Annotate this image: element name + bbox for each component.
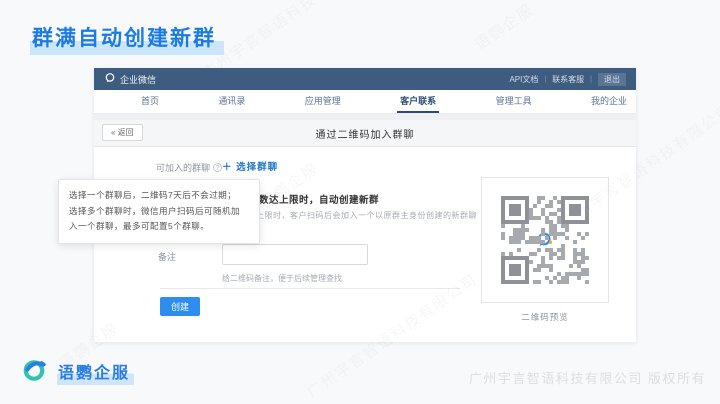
nav-item-home[interactable]: 首页 (138, 90, 162, 113)
qr-preview-box (481, 177, 609, 303)
contact-support-link[interactable]: 联系客服 (552, 74, 584, 85)
select-group-link[interactable]: ＋ 选择群聊 (222, 159, 278, 173)
wecom-bubble-icon (104, 72, 116, 86)
info-icon[interactable]: ? (213, 163, 222, 172)
parrot-logo-icon (22, 356, 49, 388)
wecom-brand-label: 企业微信 (120, 73, 156, 86)
topbar-links: API文档 | 联系客服 | 退出 (509, 73, 626, 86)
auto-create-label: 群人数达上限时，自动创建新群 (239, 192, 379, 206)
joinable-groups-label: 可加入的群聊 ? (156, 161, 222, 174)
tooltip-line: 选择多个群聊时，微信用户扫码后可随机加 (69, 204, 249, 220)
back-button[interactable]: « 返回 (102, 124, 143, 141)
footer-logo: 语鹦企服 (22, 356, 134, 388)
wecom-brand: 企业微信 (104, 72, 156, 86)
api-docs-link[interactable]: API文档 (509, 74, 538, 85)
qr-finder-icon (501, 256, 529, 284)
panel-header: « 返回 通过二维码加入群聊 (94, 120, 636, 147)
divider: | (590, 76, 592, 83)
panel-body: 可加入的群聊 ? ＋ 选择群聊 群人数达上限时，自动创建新群 群人数达上限时，客… (94, 147, 636, 342)
divider: | (544, 76, 546, 83)
nav-item-customers[interactable]: 客户联系 (397, 90, 439, 113)
panel-title: 通过二维码加入群聊 (316, 126, 415, 141)
footer-brand-name: 语鹦企服 (57, 359, 134, 385)
page-title: 群满自动创建新群 (30, 22, 224, 55)
qr-finder-icon (561, 196, 589, 224)
qr-code (501, 196, 589, 284)
create-button[interactable]: 创建 (160, 297, 200, 316)
nav-item-tools[interactable]: 管理工具 (493, 90, 535, 113)
divider (160, 288, 460, 289)
qr-finder-icon (501, 196, 529, 224)
remark-hint: 给二维码备注，便于后续管理查找 (222, 273, 342, 284)
tooltip-line: 入一个群聊，最多可配置5个群聊。 (69, 219, 249, 235)
tooltip-line: 选择一个群聊后，二维码7天后不会过期； (69, 188, 249, 204)
wecom-topbar: 企业微信 API文档 | 联系客服 | 退出 (94, 68, 636, 90)
remark-input[interactable] (222, 244, 368, 265)
remark-label: 备注 (158, 250, 176, 263)
nav-item-contacts[interactable]: 通讯录 (215, 90, 248, 113)
qr-caption: 二维码预览 (481, 311, 609, 323)
group-select-tooltip: 选择一个群聊后，二维码7天后不会过期； 选择多个群聊时，微信用户扫码后可随机加 … (58, 179, 260, 244)
nav-item-apps[interactable]: 应用管理 (302, 90, 344, 113)
main-nav: 首页 通讯录 应用管理 客户联系 管理工具 我的企业 (94, 90, 636, 114)
auto-create-hint: 群人数达上限时，客户扫码后会加入一个以原群主身份创建的新群聊 (222, 210, 477, 221)
watermark: 语鹦企服 (470, 0, 538, 55)
nav-item-company[interactable]: 我的企业 (588, 90, 630, 113)
logout-link[interactable]: 退出 (598, 73, 626, 86)
footer-copyright: 广州宇言智语科技有限公司 版权所有 (469, 368, 706, 387)
